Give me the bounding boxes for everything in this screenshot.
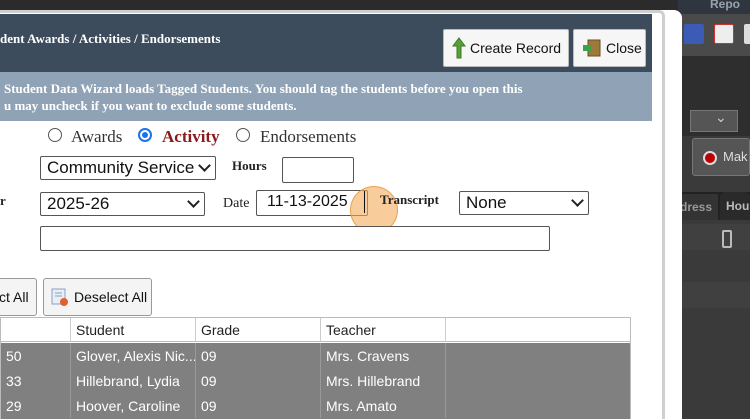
- select-all-label: ct All: [0, 289, 29, 305]
- table-row[interactable]: 33 Hillebrand, Lydia 09 Mrs. Hillebrand: [1, 368, 630, 393]
- chevron-down-icon: [198, 159, 211, 172]
- cell-teacher: Mrs. Cravens: [321, 343, 446, 368]
- background-top-text: Repo: [710, 0, 740, 11]
- create-record-button[interactable]: Create Record: [443, 29, 569, 67]
- text-caret: [364, 191, 365, 213]
- deselect-all-button[interactable]: Deselect All: [43, 278, 152, 316]
- dialog-title: dent Awards / Activities / Endorsements: [0, 31, 221, 46]
- activity-select-value: Community Service: [47, 158, 195, 177]
- phone-icon: [722, 230, 732, 248]
- close-label: Close: [606, 40, 642, 56]
- description-input[interactable]: [40, 226, 550, 251]
- cell-student: Hillebrand, Lydia: [71, 368, 196, 393]
- radio-awards-label: Awards: [71, 127, 123, 146]
- background-row: [678, 282, 750, 308]
- background-tab-house[interactable]: Hou: [720, 192, 750, 220]
- cell-id: 33: [1, 368, 71, 393]
- background-tab-address[interactable]: dress: [678, 194, 718, 220]
- radio-activity-label: Activity: [162, 127, 220, 146]
- notice-line-2: u may uncheck if you want to exclude som…: [4, 98, 297, 113]
- cell-grade: 09: [196, 393, 321, 418]
- select-all-button[interactable]: ct All: [0, 278, 37, 316]
- column-header-grade[interactable]: Grade: [196, 318, 321, 342]
- deselect-icon: [51, 288, 68, 306]
- background-icon-row: [678, 14, 750, 56]
- cell-id: 29: [1, 393, 71, 418]
- year-select-value: 2025-26: [47, 194, 110, 213]
- column-header-extra: [446, 318, 630, 342]
- year-select[interactable]: 2025-26: [40, 192, 205, 216]
- record-icon: [703, 151, 717, 165]
- date-label: Date: [223, 196, 250, 211]
- close-button[interactable]: Close: [573, 29, 646, 67]
- cell-grade: 09: [196, 343, 321, 368]
- transcript-label: Transcript: [380, 192, 439, 207]
- pdf-icon[interactable]: [714, 24, 734, 44]
- hours-input[interactable]: [282, 157, 354, 183]
- column-header-id[interactable]: [1, 318, 71, 342]
- background-make-button[interactable]: Mak: [692, 138, 750, 176]
- cell-teacher: Mrs. Hillebrand: [321, 368, 446, 393]
- radio-endorsements[interactable]: [236, 128, 250, 142]
- cell-grade: 09: [196, 368, 321, 393]
- transcript-select-value: None: [466, 193, 507, 212]
- notice-banner: Student Data Wizard loads Tagged Student…: [0, 72, 652, 121]
- background-select[interactable]: [690, 109, 738, 132]
- cell-student: Hoover, Caroline: [71, 393, 196, 418]
- year-label: r: [0, 193, 6, 208]
- chevron-down-icon: [187, 195, 200, 208]
- cell-id: 50: [1, 343, 71, 368]
- cell-student: Glover, Alexis Nic...: [71, 343, 196, 368]
- table-row[interactable]: 29 Hoover, Caroline 09 Mrs. Amato: [1, 393, 630, 418]
- hours-label: Hours: [232, 158, 267, 173]
- column-header-teacher[interactable]: Teacher: [321, 318, 446, 342]
- exit-door-icon: [583, 39, 601, 57]
- activity-select[interactable]: Community Service: [40, 156, 216, 180]
- notice-line-1: Student Data Wizard loads Tagged Student…: [4, 81, 523, 96]
- table-row[interactable]: 50 Glover, Alexis Nic... 09 Mrs. Cravens: [1, 343, 630, 368]
- transcript-select[interactable]: None: [459, 191, 589, 215]
- create-record-label: Create Record: [470, 40, 562, 56]
- radio-endorsements-label: Endorsements: [260, 127, 357, 146]
- background-topbar: Repo: [678, 0, 750, 14]
- chevron-down-icon: [571, 194, 584, 207]
- arrow-up-icon: [452, 37, 466, 59]
- document-icon[interactable]: [684, 24, 704, 44]
- table-body: 50 Glover, Alexis Nic... 09 Mrs. Cravens…: [1, 343, 630, 419]
- deselect-all-label: Deselect All: [74, 289, 148, 305]
- cell-teacher: Mrs. Amato: [321, 393, 446, 418]
- background-row: [678, 224, 750, 250]
- export-icon[interactable]: [744, 24, 750, 44]
- radio-activity[interactable]: [138, 128, 152, 142]
- students-table: Student Grade Teacher 50 Glover, Alexis …: [0, 317, 631, 419]
- column-header-student[interactable]: Student: [71, 318, 196, 342]
- table-header: Student Grade Teacher: [1, 318, 630, 342]
- radio-awards[interactable]: [48, 128, 62, 142]
